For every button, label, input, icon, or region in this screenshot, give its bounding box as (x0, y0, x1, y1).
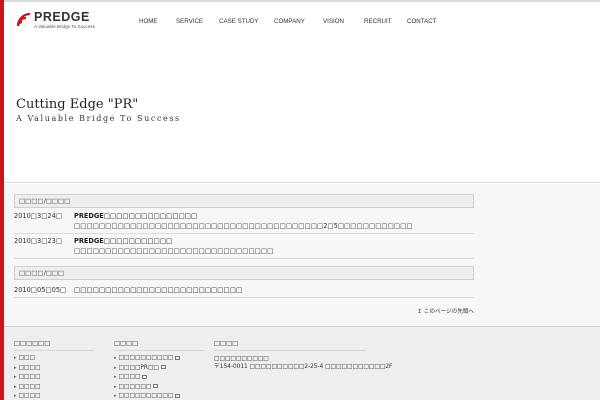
external-link-icon (160, 365, 166, 369)
arrow-right-icon: ▸ (14, 374, 17, 380)
arrow-right-icon: ▸ (114, 383, 117, 390)
nav-vision[interactable]: VISION (323, 18, 344, 25)
footer-column-links: □□□□ ▸ □□□□□□□□□□ ▸ □□□□PR□□ ▸ □□□□ ▸ □□□□□□… (114, 339, 204, 400)
news-title[interactable]: □□□□□□□□□□□□□□□□□□□□□□□□□□□ (74, 286, 242, 294)
arrow-right-icon: ▸ (14, 383, 17, 390)
footer-link[interactable]: ▸ □□□□ (14, 393, 94, 400)
footer-link[interactable]: ▸ □□□□ (14, 374, 94, 384)
company-name: □□□□□□□□□□ (214, 356, 269, 362)
nav-recruit[interactable]: RECRUIT (364, 18, 392, 25)
footer-external-link[interactable]: ▸ □□□□PR□□ (114, 365, 204, 375)
footer-link[interactable]: ▸ □□□□ (14, 365, 94, 375)
arrow-right-icon: ▸ (114, 364, 117, 371)
nav-contact[interactable]: CONTACT (407, 18, 436, 25)
footer-column-title: □□□□□□ (14, 339, 94, 351)
external-link-icon (142, 374, 148, 379)
nav-service[interactable]: SERVICE (176, 18, 203, 25)
external-link-icon (175, 393, 181, 398)
arrow-right-icon: ▸ (114, 355, 117, 361)
news-title[interactable]: PREDGE□□□□□□□□□□□□□□□ (74, 212, 197, 220)
footer-link-list: ▸ □□□□□□□□□□ ▸ □□□□PR□□ ▸ □□□□ ▸ □□□□□□ ▸ □□□… (114, 355, 204, 400)
footer-external-link[interactable]: ▸ □□□□ (114, 374, 204, 384)
footer-link[interactable]: ▸ □□□ (14, 355, 94, 365)
footer-external-link[interactable]: ▸ □□□□□□□□□□ (114, 355, 204, 365)
external-link-icon (175, 355, 181, 360)
section-header-label: □□□□/□□□ (19, 269, 65, 277)
footer-link-list: ▸□□□ ▸□□□□ ▸□□□□ ▸□□□□ ▸□□□□ ▸□□□□ (14, 355, 94, 400)
footer-column-company: □□□□ □□□□□□□□□□ 〒154-0011 □□□□□□□□□□2-25… (214, 339, 393, 371)
news-item[interactable]: 2010□05□05□ □□□□□□□□□□□□□□□□□□□□□□□□□□□ (14, 286, 474, 298)
hero-title: Cutting Edge "PR" (16, 97, 139, 112)
arrow-right-icon: ▸ (14, 393, 17, 399)
news-date: 2010□3□23□ (14, 237, 63, 245)
footer-external-link[interactable]: ▸ □□□□□□ (114, 384, 204, 394)
news-date: 2010□3□24□ (14, 212, 63, 220)
footer-link[interactable]: ▸ □□□□ (14, 384, 94, 394)
footer-column-site: □□□□□□ ▸□□□ ▸□□□□ ▸□□□□ ▸□□□□ ▸□□□□ ▸□□□… (14, 339, 94, 400)
news-item[interactable]: 2010□3□24□ PREDGE□□□□□□□□□□□□□□□ □□□□□□□… (14, 212, 474, 234)
nav-home[interactable]: HOME (139, 18, 158, 25)
section-header-label: □□□□/□□□□ (19, 197, 71, 205)
arrow-right-icon: ▸ (114, 393, 117, 399)
external-link-icon (153, 384, 159, 388)
company-address: 〒154-0011 □□□□□□□□□□2-25-4 □□□□□□□□□□□2F (214, 364, 393, 370)
footer-external-link[interactable]: ▸ □□□□□□□□□□ (114, 393, 204, 400)
arrow-right-icon: ▸ (14, 364, 17, 371)
news-description: □□□□□□□□□□□□□□□□□□□□□□□□□□□□□□□□□□□□□□□□… (74, 222, 413, 230)
footer-column-title: □□□□ (114, 339, 204, 351)
page-top-link[interactable]: ↥ このページの先頭へ (417, 307, 474, 315)
site-header: PREDGE A Valuable Bridge To Success HOME… (4, 2, 600, 40)
hero-subtitle: A Valuable Bridge To Success (16, 114, 181, 123)
news-date: 2010□05□05□ (14, 286, 67, 294)
hero-banner: Cutting Edge "PR" A Valuable Bridge To S… (4, 40, 600, 183)
arrow-right-icon: ▸ (114, 374, 117, 380)
nav-case-study[interactable]: CASE STUDY (219, 18, 259, 25)
news-title[interactable]: PREDGE□□□□□□□□□□□ (74, 237, 172, 245)
news-item[interactable]: 2010□3□23□ PREDGE□□□□□□□□□□□ □□□□□□□□□□□… (14, 237, 474, 259)
nav-company[interactable]: COMPANY (274, 18, 305, 25)
site-footer: □□□□□□ ▸□□□ ▸□□□□ ▸□□□□ ▸□□□□ ▸□□□□ ▸□□□… (4, 326, 600, 400)
section-header-info: □□□□/□□□ (14, 266, 474, 280)
footer-column-title: □□□□ (214, 339, 366, 351)
main-nav: HOME SERVICE CASE STUDY COMPANY VISION R… (4, 18, 600, 30)
section-header-news: □□□□/□□□□ (14, 194, 474, 208)
news-description: □□□□□□□□□□□□□□□□□□□□□□□□□□□□□□□□ (74, 247, 274, 255)
arrow-right-icon: ▸ (14, 355, 17, 361)
main-content: □□□□/□□□□ 2010□3□24□ PREDGE□□□□□□□□□□□□□… (4, 184, 600, 326)
